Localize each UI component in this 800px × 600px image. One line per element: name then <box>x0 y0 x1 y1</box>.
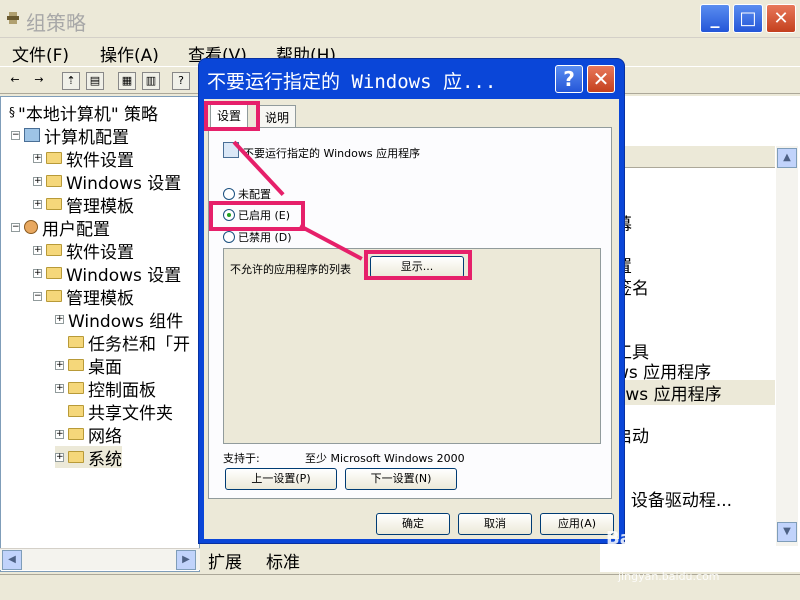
menu-action[interactable]: 操作(A) <box>100 41 159 66</box>
expand-icon[interactable]: + <box>55 383 64 393</box>
scroll-right-icon[interactable]: ▶ <box>176 550 196 570</box>
options-label: 不允许的应用程序的列表 <box>230 263 351 276</box>
collapse-icon[interactable]: − <box>33 291 42 301</box>
expand-icon[interactable]: + <box>33 268 42 278</box>
tree-hscrollbar[interactable]: ◀ ▶ <box>0 548 200 570</box>
expand-icon[interactable]: + <box>55 360 64 370</box>
details-vscrollbar[interactable]: ▲ ▼ <box>776 146 798 546</box>
back-arrow-icon[interactable]: ← <box>6 72 24 90</box>
tree-admin-templates[interactable]: + 管理模板 <box>33 193 134 217</box>
radio-disabled[interactable]: 已禁用 (D) <box>223 229 292 245</box>
radio-not-configured[interactable]: 未配置 <box>223 186 271 202</box>
tree-taskbar[interactable]: 任务栏和「开 <box>55 331 190 355</box>
expand-icon[interactable]: + <box>33 245 42 255</box>
policy-icon: § <box>9 105 15 119</box>
folder-icon <box>46 198 62 210</box>
tab-settings[interactable]: 设置 <box>210 103 249 128</box>
policy-dialog: 不要运行指定的 Windows 应... ? ✕ 设置 说明 不要运行指定的 W… <box>198 58 625 544</box>
maximize-button[interactable]: □ <box>733 4 763 33</box>
tree-desktop[interactable]: + 桌面 <box>55 354 122 378</box>
folder-icon <box>46 290 62 302</box>
previous-setting-button[interactable]: 上一设置(P) <box>225 468 337 490</box>
folder-icon <box>68 359 84 371</box>
radio-button[interactable] <box>223 231 235 243</box>
export-list-icon[interactable]: ▥ <box>142 72 160 90</box>
view-tabs: 扩展 标准 <box>200 548 400 573</box>
menu-file[interactable]: 文件(F) <box>12 41 69 66</box>
tree-user-config[interactable]: − 用户配置 <box>11 216 110 240</box>
options-box: 不允许的应用程序的列表 显示... <box>223 248 601 444</box>
expand-icon[interactable]: + <box>55 429 64 439</box>
minimize-button[interactable]: _ <box>700 4 730 33</box>
supported-value: 至少 Microsoft Windows 2000 <box>305 452 465 465</box>
tree-user-software-settings[interactable]: + 软件设置 <box>33 239 134 263</box>
next-setting-button[interactable]: 下一设置(N) <box>345 468 457 490</box>
properties-icon[interactable]: ▦ <box>118 72 136 90</box>
show-button[interactable]: 显示... <box>370 256 464 278</box>
collapse-icon[interactable]: − <box>11 222 20 232</box>
expand-icon[interactable]: + <box>55 452 64 462</box>
tree-user-admin-templates[interactable]: − 管理模板 <box>33 285 134 309</box>
tree-network[interactable]: + 网络 <box>55 423 122 447</box>
expand-icon[interactable]: + <box>33 153 42 163</box>
tree-computer-config[interactable]: − 计算机配置 <box>11 124 129 148</box>
folder-icon <box>46 152 62 164</box>
tab-explain[interactable]: 说明 <box>258 105 297 127</box>
show-tree-icon[interactable]: ▤ <box>86 72 104 90</box>
scroll-down-icon[interactable]: ▼ <box>777 522 797 542</box>
expand-icon[interactable]: + <box>33 199 42 209</box>
dialog-body: 设置 说明 不要运行指定的 Windows 应用程序 未配置 已启用 (E) 已… <box>204 99 619 539</box>
tree-windows-settings[interactable]: + Windows 设置 <box>33 170 181 194</box>
tab-extended[interactable]: 扩展 <box>208 548 242 573</box>
main-titlebar: 组策略 _ □ ✕ <box>0 0 800 38</box>
up-folder-icon[interactable]: ⇡ <box>62 72 80 90</box>
folder-icon <box>46 175 62 187</box>
tree-software-settings[interactable]: + 软件设置 <box>33 147 134 171</box>
gpedit-icon <box>6 10 20 26</box>
tree-user-windows-settings[interactable]: + Windows 设置 <box>33 262 181 286</box>
tree-windows-components[interactable]: + Windows 组件 <box>55 308 183 332</box>
dialog-close-button[interactable]: ✕ <box>587 65 615 93</box>
expand-icon[interactable]: + <box>55 314 64 324</box>
folder-icon <box>46 244 62 256</box>
ok-button[interactable]: 确定 <box>376 513 450 535</box>
tree-shared-folders[interactable]: 共享文件夹 <box>55 400 173 424</box>
forward-arrow-icon[interactable]: → <box>30 72 48 90</box>
folder-icon <box>68 451 84 463</box>
folder-icon <box>46 267 62 279</box>
radio-button-checked[interactable] <box>223 209 235 221</box>
user-icon <box>24 220 38 234</box>
dialog-title: 不要运行指定的 Windows 应... <box>207 71 497 93</box>
radio-enabled[interactable]: 已启用 (E) <box>223 207 290 223</box>
folder-icon <box>68 428 84 440</box>
scroll-up-icon[interactable]: ▲ <box>777 148 797 168</box>
supported-label: 支持于: <box>223 452 260 465</box>
scroll-left-icon[interactable]: ◀ <box>2 550 22 570</box>
baidu-watermark: Baidu 经验 <box>606 528 707 549</box>
tree-control-panel[interactable]: + 控制面板 <box>55 377 156 401</box>
policy-name: 不要运行指定的 Windows 应用程序 <box>243 147 421 160</box>
details-column-header[interactable] <box>605 146 775 168</box>
help-icon[interactable]: ? <box>172 72 190 90</box>
close-button[interactable]: ✕ <box>766 4 796 33</box>
details-item[interactable]: e 设备驱动程... <box>615 486 732 511</box>
help-button[interactable]: ? <box>555 65 583 93</box>
folder-icon <box>68 382 84 394</box>
folder-icon <box>68 336 84 348</box>
collapse-icon[interactable]: − <box>11 130 20 140</box>
tree-pane: § "本地计算机" 策略 − 计算机配置 + 软件设置 + Windows 设置 + 管理… <box>0 96 200 572</box>
folder-icon <box>68 405 84 417</box>
cancel-button[interactable]: 取消 <box>458 513 532 535</box>
tree-system[interactable]: + 系统 <box>55 446 122 470</box>
details-item-selected[interactable]: ows 应用程序 <box>615 380 775 405</box>
tab-standard[interactable]: 标准 <box>266 548 300 573</box>
window-title: 组策略 <box>26 11 86 35</box>
baidu-watermark-url: jingyan.baidu.com <box>618 570 720 583</box>
computer-icon <box>24 128 40 142</box>
tree-root[interactable]: § "本地计算机" 策略 <box>9 101 158 125</box>
radio-button[interactable] <box>223 188 235 200</box>
expand-icon[interactable]: + <box>33 176 42 186</box>
apply-button[interactable]: 应用(A) <box>540 513 614 535</box>
